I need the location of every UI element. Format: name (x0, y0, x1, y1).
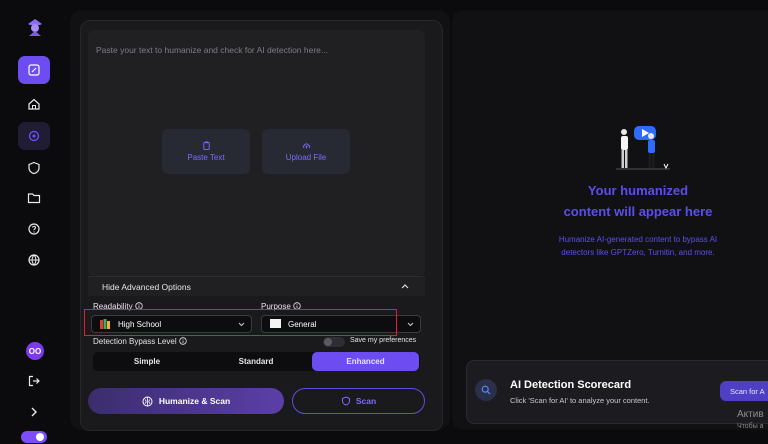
editor-placeholder: Paste your text to humanize and check fo… (96, 45, 328, 55)
level-simple[interactable]: Simple (93, 352, 201, 371)
upload-file-button[interactable]: Upload File (262, 129, 350, 174)
bypass-level-label: Detection Bypass Level (93, 337, 187, 346)
search-icon (475, 379, 497, 401)
humanize-scan-label: Humanize & Scan (158, 396, 231, 406)
home-icon (28, 98, 40, 110)
theme-toggle-knob (36, 433, 44, 441)
selection-highlight-box (84, 309, 397, 336)
advanced-options-label: Hide Advanced Options (102, 282, 191, 292)
save-preferences-label: Save my preferences (350, 337, 417, 344)
detector-icon (28, 130, 40, 142)
globe-icon (28, 254, 40, 266)
activation-watermark-line1: Актив (737, 409, 764, 420)
humanize-scan-button[interactable]: Humanize & Scan (88, 388, 284, 414)
paste-text-button[interactable]: Paste Text (162, 129, 250, 174)
scorecard-title: AI Detection Scorecard (510, 379, 632, 391)
sidebar-item-ai-detector[interactable] (18, 122, 50, 150)
result-title: Your humanized content will appear here (563, 183, 713, 219)
info-icon[interactable] (179, 337, 187, 345)
upload-file-label: Upload File (285, 153, 327, 162)
chevron-right-icon (31, 407, 37, 417)
chevron-down-icon (407, 322, 414, 327)
save-preferences-knob (324, 338, 332, 346)
sidebar-item-shield[interactable] (18, 154, 50, 182)
expand-sidebar-button[interactable] (18, 398, 50, 426)
sidebar-item-globe[interactable] (18, 246, 50, 274)
level-standard[interactable]: Standard (202, 352, 310, 371)
brain-icon (142, 396, 153, 406)
help-icon (28, 223, 40, 235)
paste-text-label: Paste Text (187, 153, 225, 162)
chevron-up-icon[interactable] (401, 283, 409, 289)
level-enhanced[interactable]: Enhanced (312, 352, 419, 371)
scan-for-ai-button[interactable]: Scan for A (720, 381, 768, 401)
shield-icon (28, 161, 40, 175)
scorecard-subtitle: Click 'Scan for AI' to analyze your cont… (510, 396, 650, 405)
sidebar-item-home[interactable] (18, 90, 50, 118)
sidebar-item-folder[interactable] (18, 184, 50, 212)
folder-icon (27, 193, 41, 204)
sidebar-item-edit[interactable] (18, 56, 50, 84)
people-presentation-illustration (616, 126, 670, 170)
clipboard-icon (202, 141, 210, 150)
logout-button[interactable] (18, 367, 50, 395)
activation-watermark-line2: Чтобы а (737, 423, 764, 430)
shield-icon (341, 396, 350, 406)
cloud-upload-icon (302, 143, 310, 149)
scan-button[interactable]: Scan (292, 388, 425, 414)
sidebar-item-help[interactable] (18, 215, 50, 243)
logout-icon (28, 375, 40, 387)
logo-icon[interactable] (24, 16, 46, 38)
result-description: Humanize AI-generated content to bypass … (558, 235, 718, 257)
avatar[interactable]: OO (26, 342, 44, 360)
edit-icon (28, 64, 40, 76)
text-editor[interactable] (88, 30, 425, 276)
scan-label: Scan (355, 396, 377, 406)
